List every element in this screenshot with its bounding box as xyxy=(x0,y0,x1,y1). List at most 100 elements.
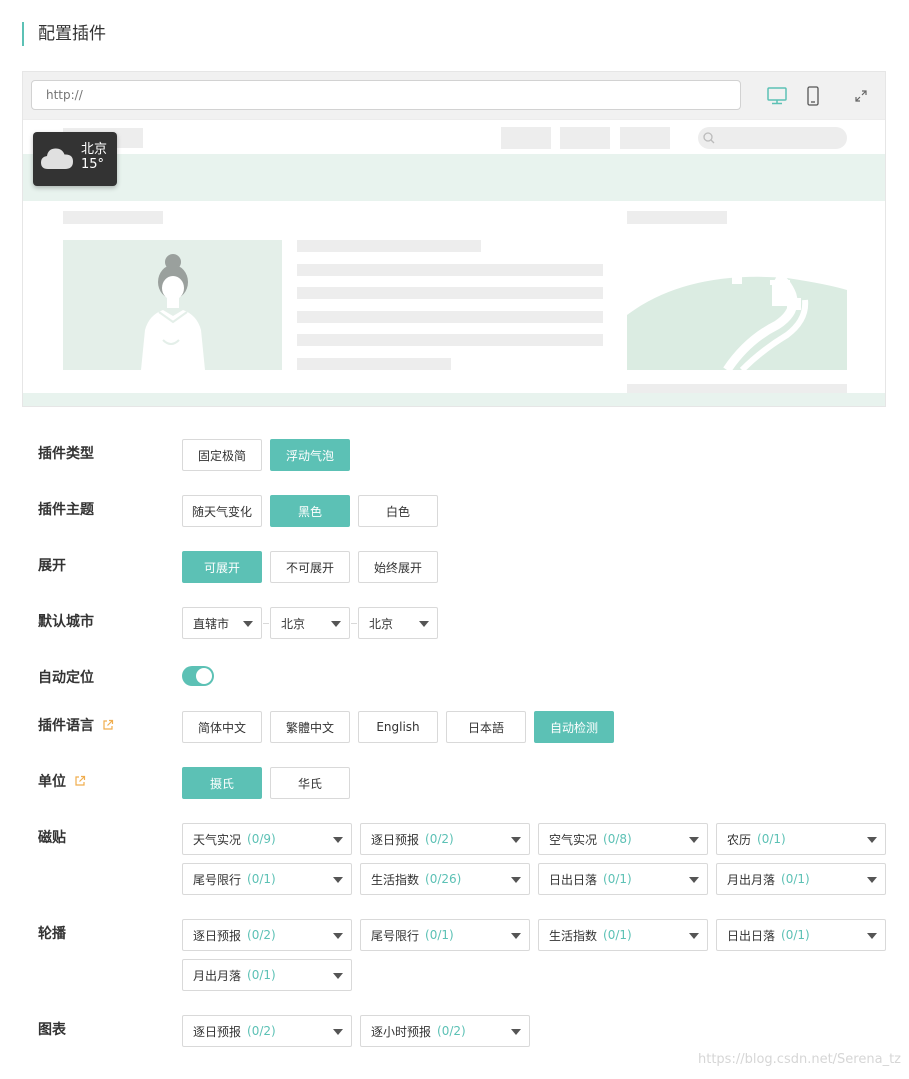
select-carousel[interactable]: 日出日落 (0/1) xyxy=(716,919,886,951)
skeleton-line xyxy=(297,287,603,299)
option-celsius[interactable]: 摄氏 xyxy=(182,767,262,799)
select-name: 日出日落 xyxy=(727,928,776,943)
option-lang-japanese[interactable]: 日本語 xyxy=(446,711,526,743)
option-fahrenheit[interactable]: 华氏 xyxy=(270,767,350,799)
label-unit: 单位 xyxy=(38,771,86,791)
label-default-city: 默认城市 xyxy=(38,614,94,630)
option-lang-zh-hans[interactable]: 简体中文 xyxy=(182,711,262,743)
select-value: 北京 xyxy=(369,616,394,631)
skeleton-line xyxy=(297,240,481,252)
option-theme-white[interactable]: 白色 xyxy=(358,495,438,527)
skeleton-heading xyxy=(63,211,163,224)
skeleton-banner xyxy=(23,154,885,201)
label-text: 插件语言 xyxy=(38,718,94,734)
auto-locate-toggle[interactable] xyxy=(182,666,214,686)
select-carousel[interactable]: 生活指数 (0/1) xyxy=(538,919,708,951)
select-carousel[interactable]: 月出月落 (0/1) xyxy=(182,959,352,991)
skeleton-image-greatwall xyxy=(627,240,847,370)
option-lang-zh-hant[interactable]: 繁體中文 xyxy=(270,711,350,743)
skeleton-line xyxy=(297,358,451,370)
option-expandable[interactable]: 可展开 xyxy=(182,551,262,583)
select-tile[interactable]: 生活指数 (0/26) xyxy=(360,863,530,895)
chevron-down-icon xyxy=(333,837,343,843)
select-count: (0/2) xyxy=(425,832,454,846)
select-tile[interactable]: 尾号限行 (0/1) xyxy=(182,863,352,895)
select-name: 尾号限行 xyxy=(193,872,242,887)
chevron-down-icon xyxy=(511,837,521,843)
chevron-down-icon xyxy=(243,621,253,627)
chevron-down-icon xyxy=(689,877,699,883)
skeleton-search xyxy=(698,127,847,149)
select-count: (0/1) xyxy=(247,968,276,982)
separator xyxy=(351,623,357,624)
option-theme-weather[interactable]: 随天气变化 xyxy=(182,495,262,527)
select-count: (0/1) xyxy=(603,928,632,942)
select-count: (0/2) xyxy=(247,928,276,942)
select-count: (0/1) xyxy=(781,928,810,942)
select-carousel[interactable]: 逐日预报 (0/2) xyxy=(182,919,352,951)
select-name: 天气实况 xyxy=(193,832,242,847)
chevron-down-icon xyxy=(331,621,341,627)
option-not-expandable[interactable]: 不可展开 xyxy=(270,551,350,583)
select-chart[interactable]: 逐小时预报 (0/2) xyxy=(360,1015,530,1047)
chevron-down-icon xyxy=(511,877,521,883)
url-input[interactable] xyxy=(31,80,741,110)
select-tile[interactable]: 日出日落 (0/1) xyxy=(538,863,708,895)
select-count: (0/1) xyxy=(757,832,786,846)
label-text: 单位 xyxy=(38,774,66,790)
preview-panel: 北京 15° xyxy=(22,71,886,407)
desktop-icon[interactable] xyxy=(766,85,788,107)
chevron-down-icon xyxy=(689,933,699,939)
chevron-down-icon xyxy=(419,621,429,627)
widget-city: 北京 xyxy=(81,142,108,157)
option-always-expanded[interactable]: 始终展开 xyxy=(358,551,438,583)
chevron-down-icon xyxy=(689,837,699,843)
select-count: (0/1) xyxy=(425,928,454,942)
select-chart[interactable]: 逐日预报 (0/2) xyxy=(182,1015,352,1047)
skeleton-line xyxy=(297,264,603,276)
skeleton-footer xyxy=(23,393,885,406)
select-count: (0/2) xyxy=(247,1024,276,1038)
select-tile[interactable]: 月出月落 (0/1) xyxy=(716,863,886,895)
option-floating-bubble[interactable]: 浮动气泡 xyxy=(270,439,350,471)
chevron-down-icon xyxy=(333,1029,343,1035)
chevron-down-icon xyxy=(333,973,343,979)
mobile-icon[interactable] xyxy=(802,85,824,107)
select-name: 生活指数 xyxy=(371,872,420,887)
label-chart: 图表 xyxy=(38,1022,66,1038)
external-link-icon[interactable] xyxy=(102,719,114,731)
chevron-down-icon xyxy=(867,933,877,939)
select-name: 逐日预报 xyxy=(193,1024,242,1039)
option-theme-black[interactable]: 黑色 xyxy=(270,495,350,527)
select-city[interactable]: 北京 xyxy=(270,607,350,639)
skeleton-line xyxy=(297,311,603,323)
select-count: (0/8) xyxy=(603,832,632,846)
select-tile[interactable]: 逐日预报 (0/2) xyxy=(360,823,530,855)
select-tile[interactable]: 空气实况 (0/8) xyxy=(538,823,708,855)
watermark: https://blog.csdn.net/Serena_tz xyxy=(698,1052,901,1067)
select-province[interactable]: 直辖市 xyxy=(182,607,262,639)
select-tile[interactable]: 天气实况 (0/9) xyxy=(182,823,352,855)
weather-widget[interactable]: 北京 15° xyxy=(33,132,117,186)
skeleton-nav xyxy=(620,127,670,149)
select-name: 农历 xyxy=(727,832,752,847)
skeleton-nav xyxy=(501,127,551,149)
select-tile[interactable]: 农历 (0/1) xyxy=(716,823,886,855)
label-expand: 展开 xyxy=(38,558,66,574)
select-district[interactable]: 北京 xyxy=(358,607,438,639)
chevron-down-icon xyxy=(511,933,521,939)
select-name: 月出月落 xyxy=(193,968,242,983)
select-name: 日出日落 xyxy=(549,872,598,887)
select-name: 空气实况 xyxy=(549,832,598,847)
option-fixed-minimal[interactable]: 固定极简 xyxy=(182,439,262,471)
select-name: 月出月落 xyxy=(727,872,776,887)
option-lang-auto[interactable]: 自动检测 xyxy=(534,711,614,743)
external-link-icon[interactable] xyxy=(74,775,86,787)
preview-toolbar xyxy=(23,72,885,120)
option-lang-english[interactable]: English xyxy=(358,711,438,743)
select-name: 逐日预报 xyxy=(193,928,242,943)
select-name: 逐日预报 xyxy=(371,832,420,847)
select-carousel[interactable]: 尾号限行 (0/1) xyxy=(360,919,530,951)
separator xyxy=(263,623,269,624)
expand-icon[interactable] xyxy=(850,85,872,107)
